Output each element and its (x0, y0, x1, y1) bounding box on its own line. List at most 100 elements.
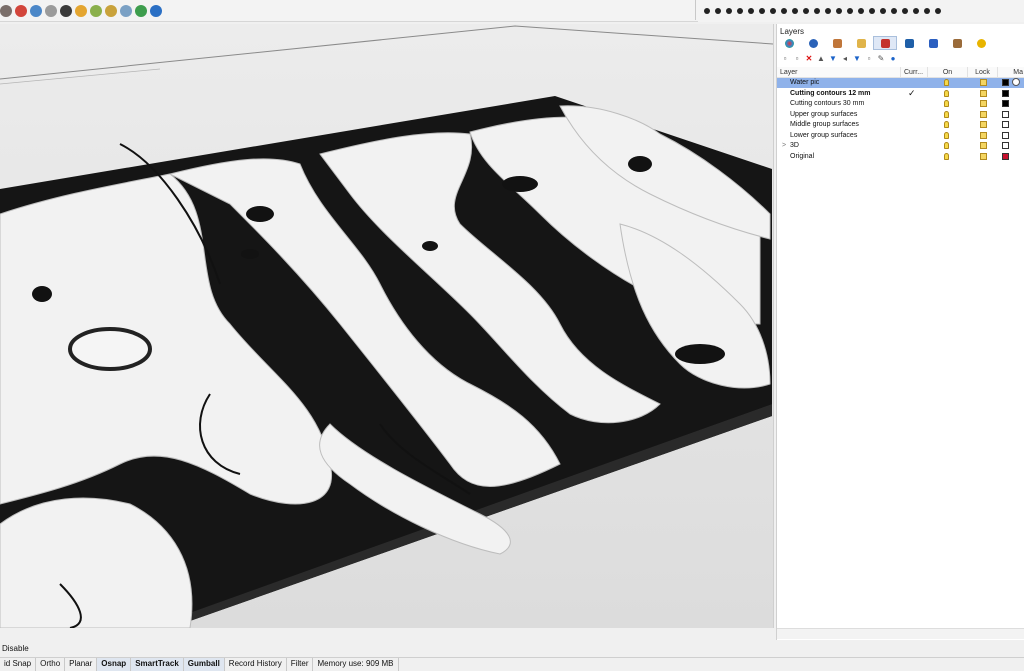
column-header-material[interactable]: Ma (998, 67, 1024, 78)
filter-icon[interactable]: ▼ (853, 55, 861, 63)
column-header-lock[interactable]: Lock (968, 67, 998, 78)
help-icon[interactable] (150, 4, 162, 17)
osnap-dot-icon[interactable] (781, 8, 787, 14)
status-filter[interactable]: Filter (287, 658, 314, 671)
display-mode-icon[interactable] (60, 4, 72, 17)
environment-icon[interactable] (90, 4, 102, 17)
layer-on-bulb-icon[interactable] (944, 79, 949, 86)
status-planar[interactable]: Planar (65, 658, 98, 671)
status-memory-use-909-mb[interactable]: Memory use: 909 MB (313, 658, 399, 671)
osnap-dot-icon[interactable] (803, 8, 809, 14)
layer-on-bulb-icon[interactable] (944, 131, 949, 139)
layer-lock-icon[interactable] (980, 110, 987, 118)
osnap-dot-icon[interactable] (913, 8, 919, 14)
osnap-dot-icon[interactable] (726, 8, 732, 14)
new-sublayer-icon[interactable]: ▫ (793, 55, 801, 63)
osnap-dot-icon[interactable] (935, 8, 941, 14)
column-header-on[interactable]: On (928, 67, 968, 78)
layer-on-bulb-icon[interactable] (944, 121, 949, 128)
osnap-dot-icon[interactable] (880, 8, 886, 14)
current-layer-check-icon[interactable]: ✓ (908, 88, 916, 98)
osnap-dot-icon[interactable] (858, 8, 864, 14)
command-line[interactable]: Disable (0, 642, 1024, 656)
notes-tab[interactable] (945, 36, 969, 50)
column-header-current[interactable]: Curr... (901, 67, 928, 78)
plugin-icon[interactable] (120, 4, 132, 17)
status-record-history[interactable]: Record History (225, 658, 287, 671)
status-ortho[interactable]: Ortho (36, 658, 66, 671)
status-osnap[interactable]: Osnap (97, 658, 132, 671)
perspective-viewport[interactable] (0, 24, 774, 628)
expand-chevron-icon[interactable]: > (782, 141, 786, 151)
layers-tab[interactable] (873, 36, 897, 50)
osnap-dot-icon[interactable] (715, 8, 721, 14)
help-tab[interactable] (969, 36, 993, 50)
osnap-dot-icon[interactable] (792, 8, 798, 14)
properties-tab[interactable] (777, 36, 801, 50)
layer-on-bulb-icon[interactable] (944, 100, 949, 107)
osnap-dot-icon[interactable] (759, 8, 765, 14)
layer-row[interactable]: Cutting contours 12 mm ✓ (777, 88, 1024, 99)
render-icon[interactable] (30, 4, 42, 17)
layer-lock-icon[interactable] (980, 121, 987, 128)
status-gumball[interactable]: Gumball (183, 658, 225, 671)
layer-lock-icon[interactable] (980, 152, 987, 160)
osnap-dot-icon[interactable] (924, 8, 930, 14)
render-tab[interactable] (801, 36, 825, 50)
delete-layer-icon[interactable]: ✕ (805, 55, 813, 63)
globe-icon[interactable] (135, 4, 147, 17)
gear-icon[interactable] (105, 4, 117, 17)
osnap-dot-icon[interactable] (825, 8, 831, 14)
tools-icon[interactable]: ✎ (877, 55, 885, 63)
osnap-dot-icon[interactable] (847, 8, 853, 14)
layer-row[interactable]: Upper group surfaces (777, 110, 1024, 120)
layer-on-bulb-icon[interactable] (944, 110, 949, 118)
layer-material-icon[interactable] (1012, 78, 1020, 86)
layer-lock-icon[interactable] (980, 131, 987, 139)
move-down-icon[interactable]: ▼ (829, 55, 837, 63)
layer-on-bulb-icon[interactable] (944, 89, 949, 97)
layer-color-swatch[interactable] (1002, 121, 1009, 128)
layer-color-swatch[interactable] (1002, 100, 1009, 107)
layer-row[interactable]: Cutting contours 30 mm (777, 99, 1024, 109)
layer-row[interactable]: Original (777, 152, 1024, 162)
osnap-dot-icon[interactable] (869, 8, 875, 14)
sun-icon[interactable] (75, 4, 87, 17)
move-left-icon[interactable]: ◂ (841, 55, 849, 63)
osnap-dot-icon[interactable] (770, 8, 776, 14)
layer-row[interactable]: Middle group surfaces (777, 120, 1024, 130)
osnap-dot-icon[interactable] (748, 8, 754, 14)
folder-tab[interactable] (849, 36, 873, 50)
osnap-dot-icon[interactable] (704, 8, 710, 14)
layer-color-swatch[interactable] (1002, 131, 1009, 139)
layer-lock-icon[interactable] (980, 100, 987, 107)
layer-color-swatch[interactable] (1002, 79, 1009, 86)
layer-on-bulb-icon[interactable] (944, 142, 949, 149)
move-up-icon[interactable]: ▲ (817, 55, 825, 63)
new-layer-icon[interactable]: ▫ (781, 55, 789, 63)
brush-tab[interactable] (825, 36, 849, 50)
layer-lock-icon[interactable] (980, 89, 987, 97)
layer-row[interactable]: >3D (777, 141, 1024, 151)
layer-row[interactable]: Lower group surfaces (777, 131, 1024, 141)
page-icon[interactable]: ▫ (865, 55, 873, 63)
display-tab[interactable] (897, 36, 921, 50)
sphere-icon[interactable] (45, 4, 57, 17)
layer-color-swatch[interactable] (1002, 152, 1009, 160)
osnap-dot-icon[interactable] (891, 8, 897, 14)
layer-color-swatch[interactable] (1002, 110, 1009, 118)
layer-color-swatch[interactable] (1002, 89, 1009, 97)
horizontal-scrollbar[interactable] (777, 628, 1024, 639)
color-wheel-icon[interactable] (15, 4, 27, 17)
layer-lock-icon[interactable] (980, 142, 987, 149)
osnap-dot-icon[interactable] (814, 8, 820, 14)
column-header-layer[interactable]: Layer (777, 67, 901, 78)
layer-lock-icon[interactable] (980, 79, 987, 86)
help-icon[interactable]: ● (889, 55, 897, 63)
status-id-snap[interactable]: id Snap (0, 658, 37, 671)
layer-color-swatch[interactable] (1002, 142, 1009, 149)
shade-icon[interactable] (0, 4, 12, 17)
status-smarttrack[interactable]: SmartTrack (131, 658, 184, 671)
osnap-dot-icon[interactable] (737, 8, 743, 14)
notification-tab[interactable] (921, 36, 945, 50)
